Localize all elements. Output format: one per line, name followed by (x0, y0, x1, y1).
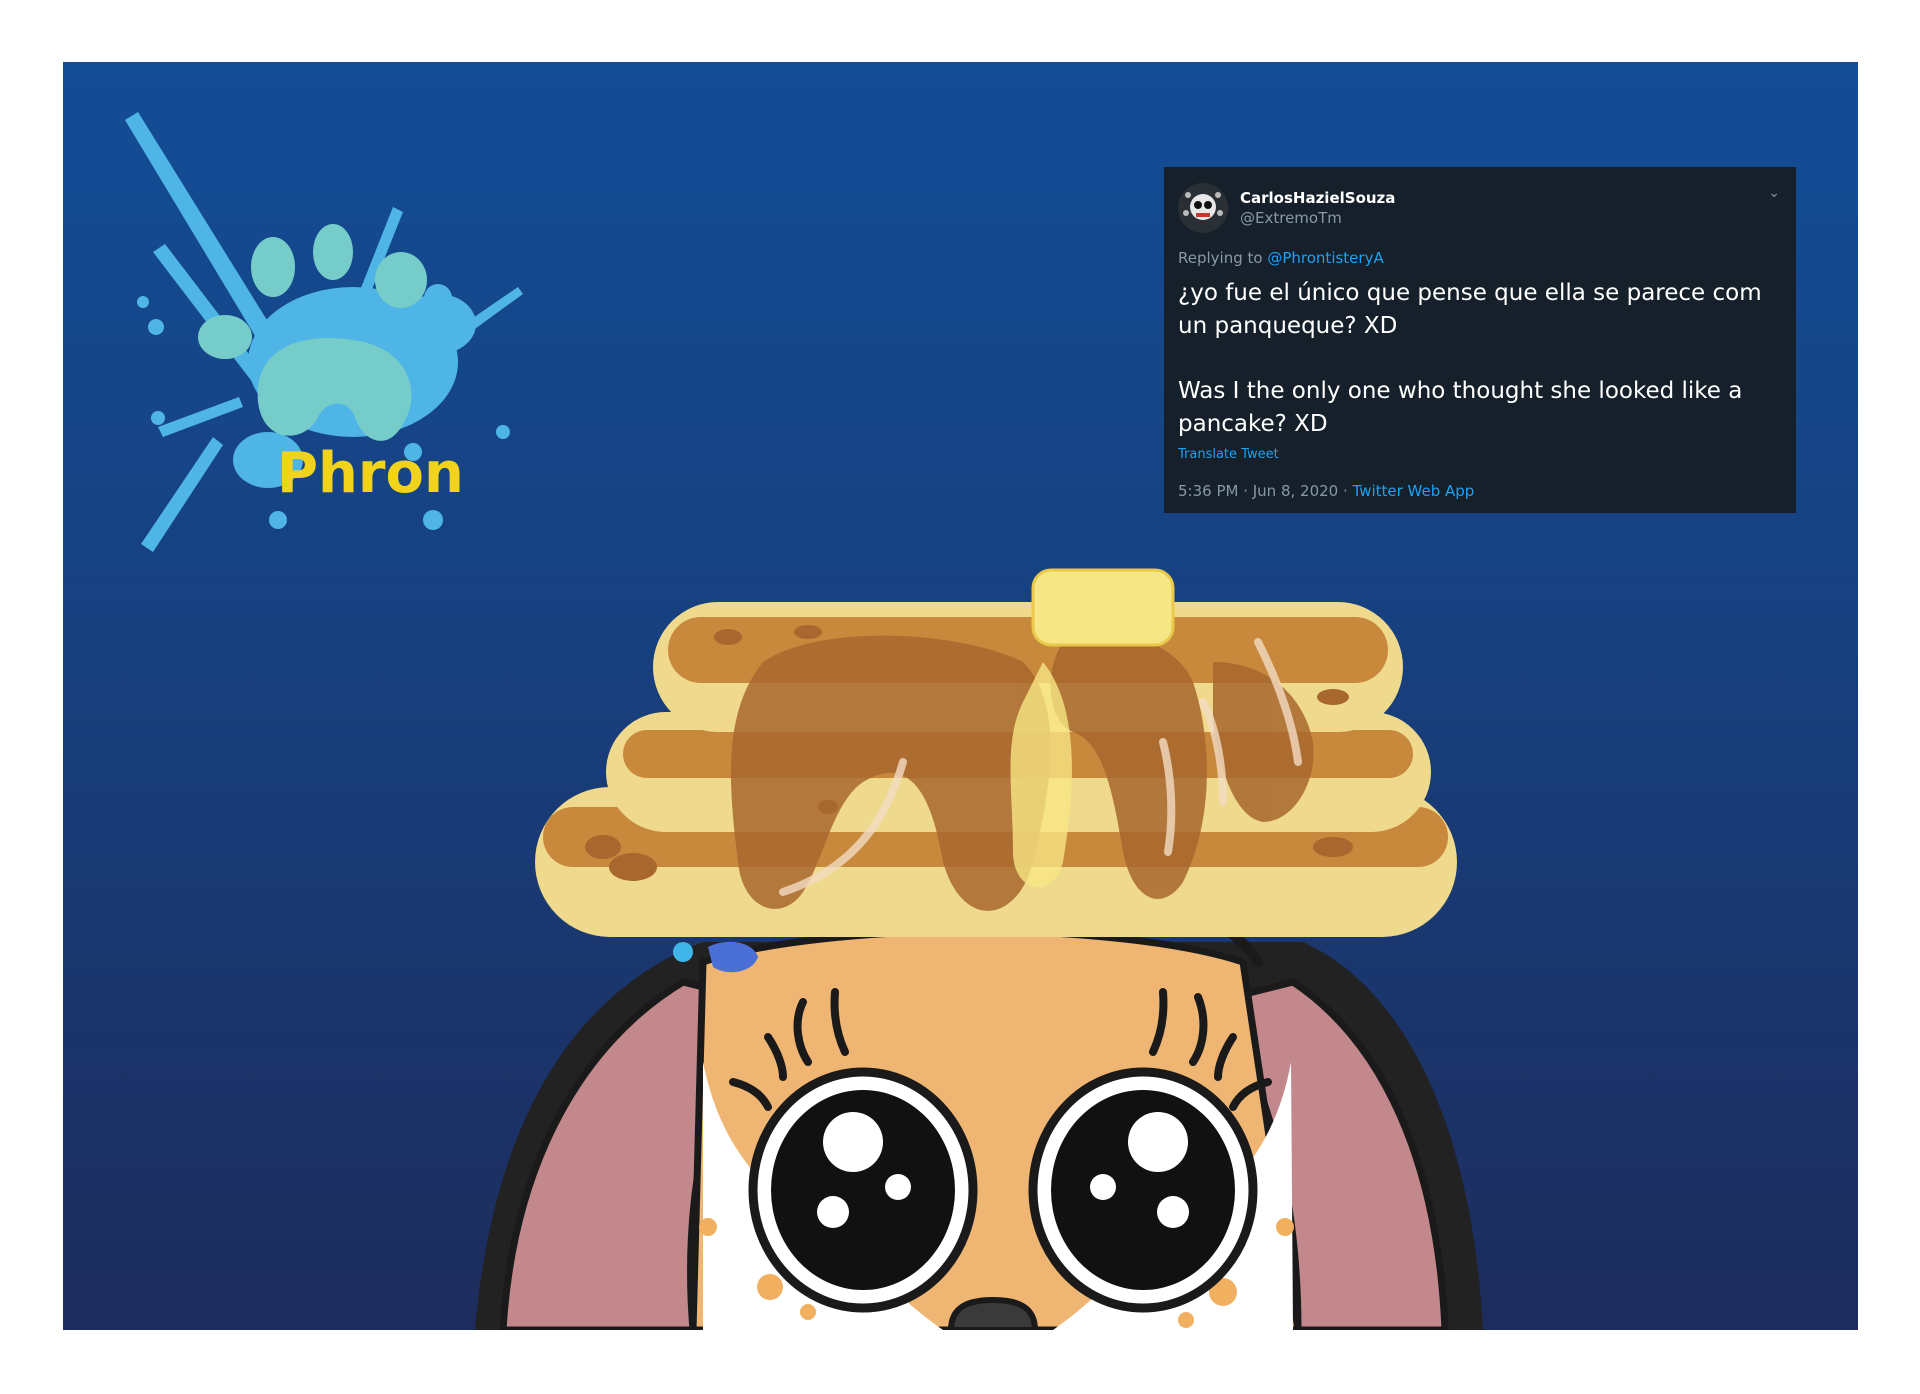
replying-to-mention[interactable]: @PhrontisteryA (1267, 249, 1383, 267)
tweet-handle[interactable]: @ExtremoTm (1240, 208, 1395, 228)
tweet-body: ¿yo fue el único que pense que ella se p… (1178, 277, 1782, 441)
tweet-display-name[interactable]: CarlosHazielSouza (1240, 188, 1395, 208)
character (475, 906, 1483, 1330)
pancake-stack (535, 568, 1457, 937)
logo-text: Phron (277, 441, 464, 506)
tweet-source-app[interactable]: Twitter Web App (1353, 482, 1475, 500)
replying-to: Replying to @PhrontisteryA (1178, 249, 1782, 267)
tweet-text-english: Was I the only one who thought she looke… (1178, 378, 1743, 437)
tweet-timestamp[interactable]: 5:36 PM · Jun 8, 2020 · (1178, 482, 1353, 500)
replying-to-label: Replying to (1178, 249, 1263, 267)
tweet-header: CarlosHazielSouza @ExtremoTm (1178, 183, 1782, 233)
chevron-down-icon[interactable]: ⌄ (1768, 185, 1780, 201)
phron-logo: Phron (125, 112, 523, 552)
tweet-card: CarlosHazielSouza @ExtremoTm ⌄ Replying … (1164, 167, 1796, 513)
mouth (947, 1296, 1039, 1330)
tweet-text-spanish: ¿yo fue el único que pense que ella se p… (1178, 280, 1762, 339)
eye-left (748, 1067, 978, 1313)
tweet-meta: 5:36 PM · Jun 8, 2020 · Twitter Web App (1178, 482, 1782, 500)
eye-right (1028, 1067, 1258, 1313)
hair-clip-bead (673, 942, 693, 962)
avatar-image (1178, 183, 1228, 233)
translate-tweet-link[interactable]: Translate Tweet (1178, 447, 1782, 462)
artwork-canvas: Phron CarlosHazielSouza @ExtremoTm ⌄ Rep… (63, 62, 1858, 1330)
avatar[interactable] (1178, 183, 1228, 233)
